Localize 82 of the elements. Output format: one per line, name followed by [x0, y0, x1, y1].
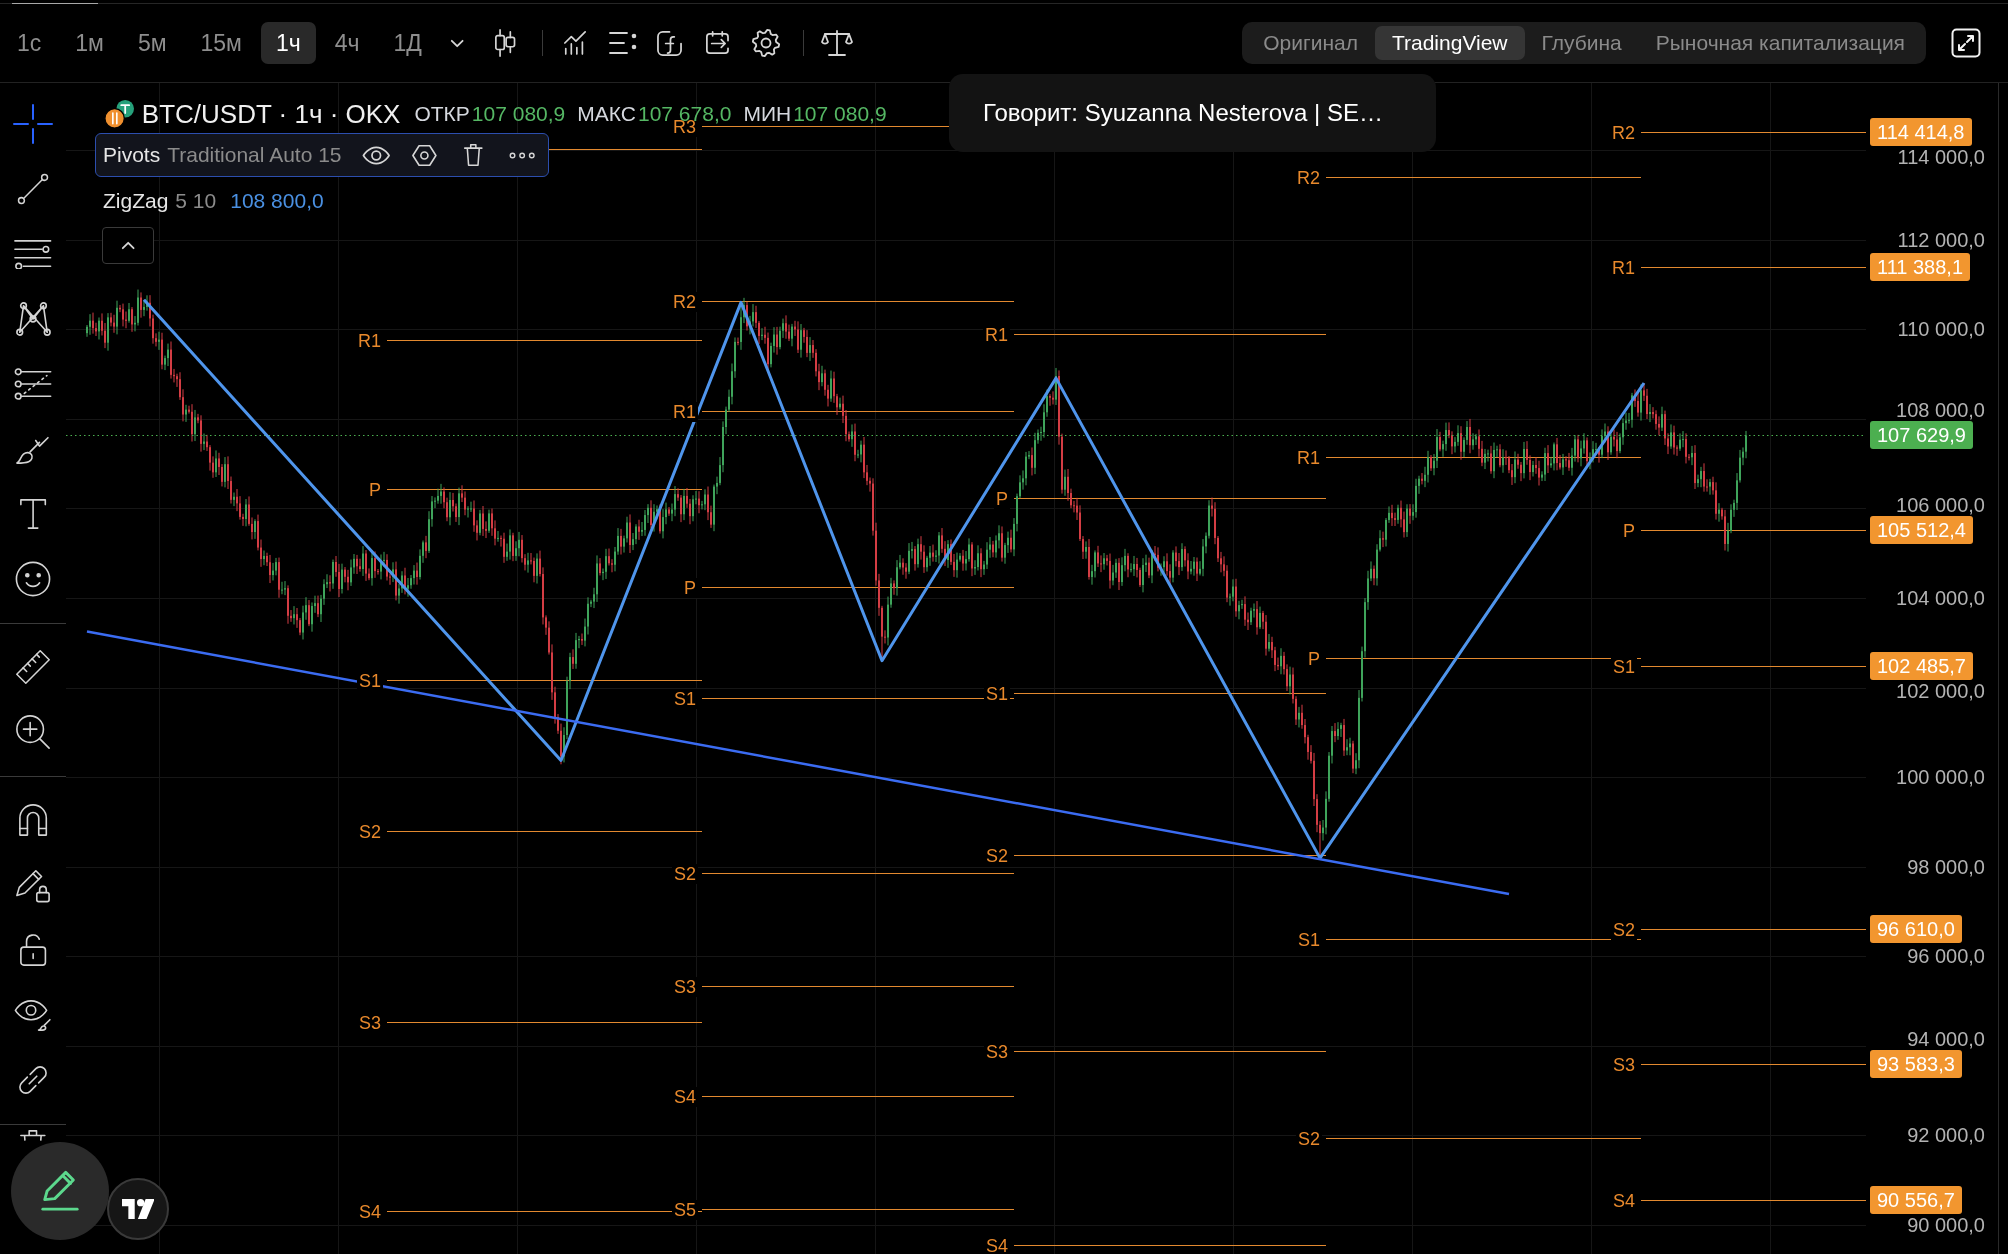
ohlc-label: МАКС — [577, 102, 636, 126]
ohlc-label: ОТКР — [414, 102, 470, 126]
pivot-label: S5 — [671, 1199, 698, 1220]
fullscreen-icon[interactable] — [1951, 28, 1981, 58]
view-tab[interactable]: Рыночная капитализация — [1638, 26, 1922, 60]
text-icon[interactable] — [18, 497, 48, 530]
level-lines-icon[interactable] — [14, 367, 52, 400]
settings-icon[interactable] — [750, 28, 781, 58]
pivot-label: P — [682, 577, 698, 598]
axis-label: 98 000,0 — [1907, 855, 1985, 878]
connected-points-icon[interactable] — [15, 300, 51, 337]
interval-tab[interactable]: 5м — [122, 22, 182, 64]
price-label: 102 485,7 — [1870, 651, 1973, 680]
interval-tab[interactable]: 4ч — [319, 22, 375, 64]
price-label: 90 556,7 — [1870, 1185, 1962, 1214]
axis-label: 110 000,0 — [1897, 318, 1985, 341]
trash-icon[interactable] — [19, 1129, 47, 1141]
interval-tab[interactable]: 1ч — [260, 22, 316, 64]
axis-label: 106 000,0 — [1896, 494, 1985, 517]
axis-label: 90 000,0 — [1907, 1213, 1985, 1236]
coin-pair-icon — [104, 99, 136, 129]
balance-scale-icon[interactable] — [820, 29, 853, 57]
logo-icon — [121, 1199, 155, 1219]
axis-label: 104 000,0 — [1896, 586, 1985, 609]
price-label: 114 414,8 — [1870, 117, 1972, 146]
interval-tab[interactable]: 1м — [60, 22, 119, 64]
axis-label: 114 000,0 — [1897, 145, 1985, 168]
view-tab[interactable]: Глубина — [1524, 26, 1639, 60]
pivot-label: R1 — [671, 401, 698, 422]
indicator-row[interactable]: Pivots Traditional Auto 15 — [95, 133, 549, 177]
axis-label: 100 000,0 — [1896, 766, 1985, 789]
price-label: 105 512,4 — [1870, 516, 1973, 545]
settings-icon[interactable] — [412, 143, 437, 167]
indicator-value: 108 800,0 — [230, 189, 324, 213]
parallel-lines-icon[interactable] — [14, 238, 52, 269]
indicator-params: Traditional Auto 15 — [167, 143, 342, 167]
chevron-down-icon[interactable] — [449, 38, 465, 48]
indicator-params: 5 10 — [175, 189, 217, 213]
axis-label: 92 000,0 — [1907, 1124, 1985, 1147]
calendar-arrow-icon[interactable] — [703, 30, 731, 56]
crosshair-icon[interactable] — [13, 103, 53, 144]
axis-label: 108 000,0 — [1896, 399, 1985, 422]
indicator-name: Pivots — [103, 143, 161, 167]
lock-icon[interactable] — [18, 932, 48, 967]
symbol-title: BTC/USDT · 1ч · OKX — [141, 98, 401, 130]
smiley-icon[interactable] — [15, 560, 51, 597]
ohlc-value: 107 080,9 — [471, 102, 566, 126]
trash-icon[interactable] — [462, 143, 484, 167]
view-tab[interactable]: TradingView — [1374, 26, 1525, 60]
interval-tab[interactable]: 1Д — [378, 22, 437, 64]
ohlc-label: МИН — [743, 102, 792, 126]
line-bar-chart-icon[interactable] — [562, 31, 587, 55]
pencil-icon — [39, 1170, 81, 1212]
magnet-icon[interactable] — [17, 802, 49, 837]
price-label: 93 583,3 — [1870, 1050, 1962, 1079]
indicator-name: ZigZag — [103, 189, 169, 213]
chevron-up-icon — [120, 241, 136, 250]
axis-label: 102 000,0 — [1896, 679, 1985, 702]
axis-label: 94 000,0 — [1907, 1028, 1985, 1051]
axis-label: 96 000,0 — [1907, 945, 1985, 968]
price-label: 96 610,0 — [1870, 914, 1962, 943]
candlestick-icon[interactable] — [494, 29, 517, 57]
pivot-label: S4 — [671, 1086, 698, 1107]
pivot-label: R2 — [671, 291, 698, 312]
function-icon[interactable] — [656, 30, 682, 56]
ohlc-value: 107 080,9 — [793, 102, 887, 126]
price-label: 111 388,1 — [1870, 253, 1970, 282]
view-tab[interactable]: Оригинал — [1246, 26, 1375, 60]
line-segment-icon[interactable] — [17, 172, 49, 205]
interval-tab[interactable]: 1с — [2, 22, 57, 64]
pivot-label: S3 — [671, 976, 698, 997]
price-label: 107 629,9 — [1870, 421, 1973, 450]
speaker-tooltip: Говорит: Syuzanna Nesterova | SE… — [949, 74, 1436, 152]
ruler-icon[interactable] — [15, 648, 51, 685]
zoom-in-icon[interactable] — [15, 713, 51, 750]
eye-icon[interactable] — [361, 145, 391, 165]
pivot-label: S2 — [671, 863, 698, 884]
list-icon[interactable] — [608, 31, 637, 55]
interval-tab[interactable]: 15м — [185, 22, 257, 64]
eye-brush-icon[interactable] — [14, 997, 52, 1032]
axis-label: 112 000,0 — [1897, 228, 1985, 251]
more-icon[interactable] — [509, 151, 536, 159]
